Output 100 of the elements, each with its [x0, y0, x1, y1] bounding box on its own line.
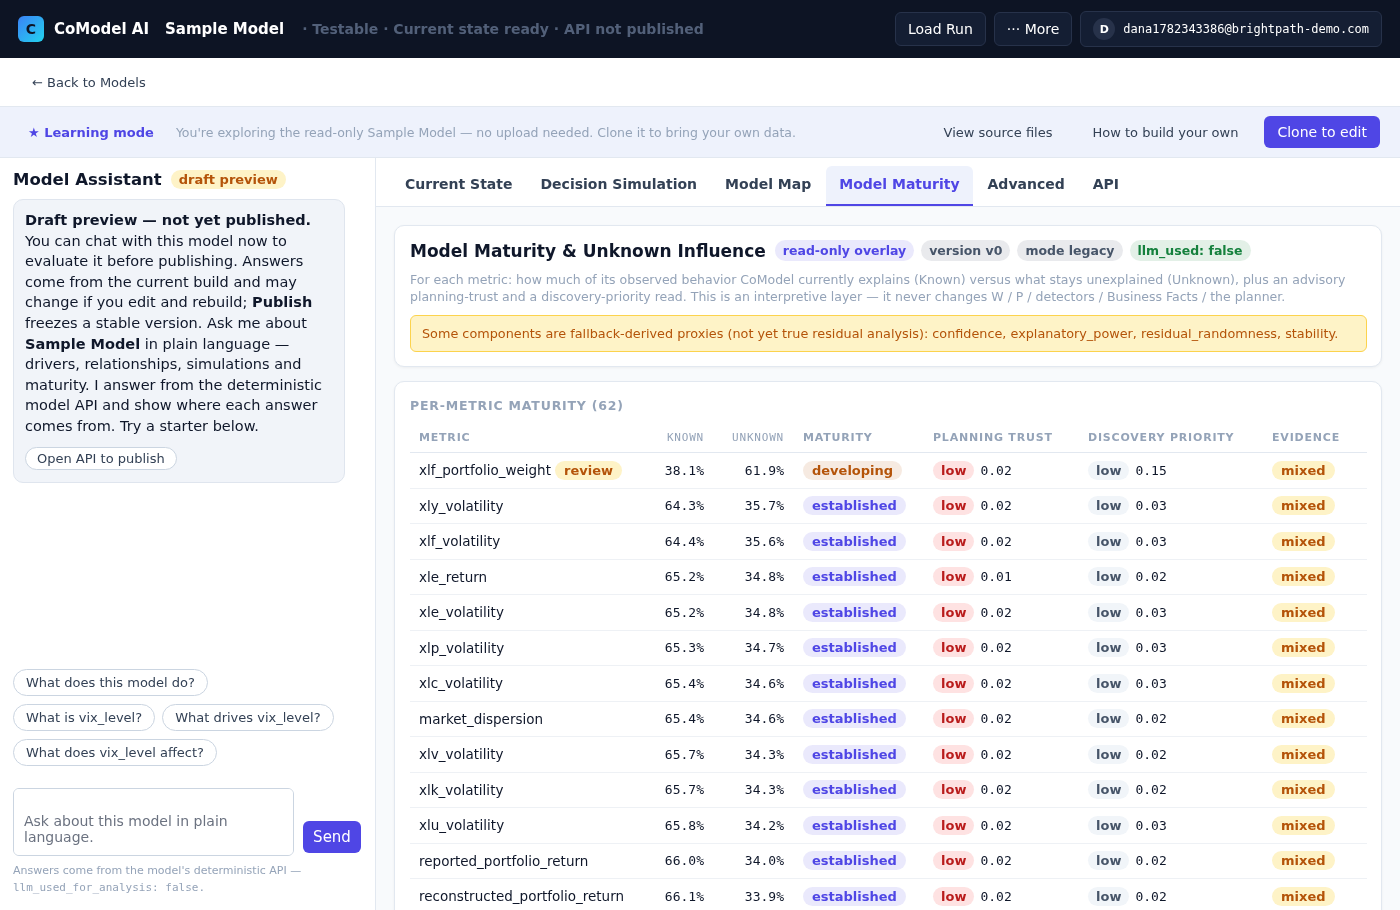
- trust-value: 0.02: [980, 462, 1012, 478]
- known-value: 65.4%: [664, 711, 704, 727]
- known-value: 64.4%: [664, 533, 704, 549]
- tab[interactable]: Model Maturity: [826, 166, 973, 206]
- unknown-value: 34.2%: [744, 817, 784, 833]
- priority-value: 0.02: [1135, 711, 1167, 727]
- maturity-badge: established: [803, 744, 906, 764]
- trust-value: 0.02: [980, 888, 1012, 904]
- warning-notice: Some components are fallback-derived proxies (not yet true residual analysis): confidence, explanatory_power, residual_randomness, stability.: [410, 315, 1367, 352]
- column-header: KNOWN: [653, 427, 713, 453]
- evidence-badge: mixed: [1272, 886, 1335, 906]
- maturity-badge: established: [803, 709, 906, 729]
- metric-name: reconstructed_portfolio_return: [419, 888, 625, 905]
- priority-value: 0.02: [1135, 853, 1167, 869]
- evidence-badge: mixed: [1272, 780, 1335, 800]
- avatar: D: [1093, 18, 1116, 40]
- open-api-button[interactable]: Open API to publish: [25, 446, 177, 470]
- unknown-value: 61.9%: [744, 462, 784, 478]
- priority-badge: low: [1088, 886, 1130, 906]
- known-value: 38.1%: [664, 462, 704, 478]
- trust-value: 0.02: [980, 782, 1012, 798]
- tab[interactable]: API: [1079, 166, 1133, 206]
- priority-badge: low: [1088, 602, 1130, 622]
- known-value: 66.1%: [664, 888, 704, 904]
- priority-value: 0.03: [1135, 817, 1167, 833]
- trust-value: 0.02: [980, 711, 1012, 727]
- maturity-badge: established: [803, 815, 906, 835]
- unknown-value: 34.3%: [744, 746, 784, 762]
- priority-badge: low: [1088, 638, 1130, 658]
- model-name: Sample Model: [165, 20, 285, 38]
- trust-value: 0.02: [980, 853, 1012, 869]
- toolbar-button[interactable]: ··· More: [993, 12, 1073, 46]
- maturity-badge: developing: [803, 460, 903, 480]
- maturity-badge: established: [803, 602, 906, 622]
- banner-text: You're exploring the read-only Sample Model — no upload needed. Clone it to bring your own data.: [175, 124, 796, 140]
- priority-value: 0.02: [1135, 746, 1167, 762]
- banner-link[interactable]: View source files: [943, 124, 1053, 140]
- starter-chip[interactable]: What drives vix_level?: [162, 704, 334, 731]
- metric-name: xlv_volatility: [419, 746, 504, 763]
- priority-value: 0.02: [1135, 782, 1167, 798]
- metric-name: xlp_volatility: [419, 639, 505, 656]
- unknown-value: 34.3%: [744, 782, 784, 798]
- metric-name: xlu_volatility: [419, 817, 505, 834]
- starter-chip[interactable]: What does vix_level affect?: [13, 739, 217, 766]
- tab[interactable]: Decision Simulation: [527, 166, 711, 206]
- metric-name: xlk_volatility: [419, 781, 504, 798]
- known-value: 65.8%: [664, 817, 704, 833]
- unknown-value: 34.8%: [744, 569, 784, 585]
- known-value: 65.2%: [664, 604, 704, 620]
- column-header: DISCOVERY PRIORITY: [1079, 427, 1263, 453]
- brand-name: CoModel AI: [54, 20, 149, 38]
- account-email: dana1782343386@brightpath-demo.com: [1123, 22, 1369, 36]
- send-button[interactable]: Send: [303, 821, 361, 853]
- column-header: METRIC: [410, 427, 653, 453]
- app-logo: C: [18, 16, 44, 42]
- banner-link[interactable]: How to build your own: [1092, 124, 1239, 140]
- trust-badge: low: [933, 531, 975, 551]
- question-input[interactable]: Ask about this model in plain language.: [13, 788, 294, 856]
- assistant-title: Model Assistant: [13, 170, 162, 189]
- maturity-badge: established: [803, 567, 906, 587]
- metric-name: xle_volatility: [419, 604, 504, 621]
- priority-value: 0.02: [1135, 569, 1167, 585]
- column-header: UNKNOWN: [713, 427, 793, 453]
- trust-badge: low: [933, 496, 975, 516]
- toolbar-button[interactable]: Load Run: [894, 12, 986, 46]
- column-header: MATURITY: [793, 427, 924, 453]
- maturity-badge: established: [803, 638, 906, 658]
- priority-badge: low: [1088, 531, 1130, 551]
- clone-button[interactable]: Clone to edit: [1264, 116, 1380, 148]
- maturity-badge: established: [803, 673, 906, 693]
- priority-value: 0.03: [1135, 604, 1167, 620]
- trust-value: 0.02: [980, 498, 1012, 514]
- trust-badge: low: [933, 709, 975, 729]
- trust-badge: low: [933, 460, 975, 480]
- priority-badge: low: [1088, 851, 1130, 871]
- known-value: 65.3%: [664, 640, 704, 656]
- evidence-badge: mixed: [1272, 567, 1335, 587]
- tab[interactable]: Current State: [392, 166, 526, 206]
- trust-badge: low: [933, 744, 975, 764]
- learning-mode-label: ★ Learning mode: [28, 124, 154, 140]
- tab[interactable]: Model Map: [712, 166, 825, 206]
- starter-chip[interactable]: What is vix_level?: [13, 704, 156, 731]
- unknown-value: 34.6%: [744, 675, 784, 691]
- starter-chip[interactable]: What does this model do?: [13, 669, 208, 696]
- trust-value: 0.02: [980, 533, 1012, 549]
- maturity-badge: established: [803, 780, 906, 800]
- trust-badge: low: [933, 638, 975, 658]
- info-tag: read-only overlay: [774, 240, 915, 261]
- unknown-value: 34.8%: [744, 604, 784, 620]
- tab[interactable]: Advanced: [974, 166, 1078, 206]
- evidence-badge: mixed: [1272, 815, 1335, 835]
- back-link[interactable]: ← Back to Models: [32, 74, 146, 90]
- unknown-value: 34.0%: [744, 853, 784, 869]
- priority-badge: low: [1088, 460, 1130, 480]
- assistant-footnote: Answers come from the model's deterministic API — llm_used_for_analysis: false.: [13, 863, 303, 896]
- account-button[interactable]: D dana1782343386@brightpath-demo.com: [1080, 11, 1382, 47]
- trust-value: 0.02: [980, 640, 1012, 656]
- metric-name: reported_portfolio_return: [419, 852, 589, 869]
- known-value: 65.2%: [664, 569, 704, 585]
- priority-badge: low: [1088, 673, 1130, 693]
